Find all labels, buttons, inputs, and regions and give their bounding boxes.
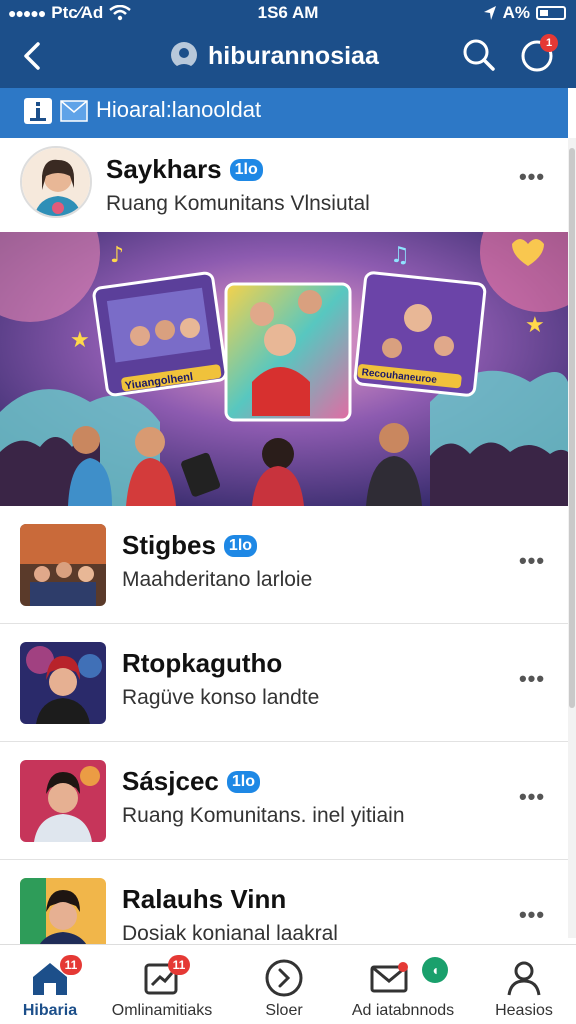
community-subtitle: Dosiak konianal laakral (122, 922, 338, 945)
list-item[interactable]: Sásjcec 1lo Ruang Komunitans. inel yitia… (0, 742, 568, 860)
svg-text:♪: ♪ (110, 243, 124, 268)
community-name: Stigbes (122, 530, 216, 560)
search-icon (463, 39, 495, 71)
nav-badge: 11 (168, 955, 190, 975)
bottom-navigation: 11 Hibaria 11 Omlinamitiaks Sloer ◖ Ad i… (0, 944, 576, 1024)
nav-label: Ad iatabnnods (351, 1002, 455, 1019)
profile-icon (507, 961, 541, 996)
community-subtitle: Ruang Komunitans. inel yitiain (122, 804, 405, 827)
item-name-row: Ralauhs Vinn (122, 884, 286, 915)
hero-banner-image[interactable]: Yiuangolhenl Recouhaneuroe ♪ ♫ ★ ★ (0, 232, 568, 506)
nav-item-messages[interactable]: ◖ Ad iatabnnods (338, 945, 468, 1024)
page-title: hiburannosiaa (208, 41, 379, 70)
header-title-group: hiburannosiaa (168, 40, 379, 72)
more-options-button[interactable]: ••• (512, 546, 552, 576)
app-header: hiburannosiaa 1 (0, 26, 576, 88)
featured-community-card[interactable]: Saykhars 1lo Ruang Komunitans Vlnsiutal … (0, 138, 568, 232)
nav-label: Sloer (265, 1002, 303, 1019)
more-options-button[interactable]: ••• (512, 900, 552, 930)
info-icon (24, 98, 52, 124)
sub-banner-text: Hioaral:lanooldat (96, 97, 262, 122)
nav-badge: 11 (60, 955, 82, 975)
community-name: Ralauhs Vinn (122, 884, 287, 914)
community-logo-icon (171, 42, 197, 68)
community-name: Rtopkagutho (122, 648, 283, 678)
status-right: A% (483, 3, 566, 23)
list-thumbnail (20, 524, 106, 606)
scrollbar[interactable] (568, 138, 576, 938)
nav-item-share[interactable]: Sloer (236, 945, 332, 1024)
list-thumbnail (20, 642, 106, 724)
chat-bubble-icon: ◖ (422, 957, 448, 983)
forward-icon (265, 959, 303, 997)
verified-badge: 1lo (223, 534, 258, 557)
list-thumbnail (20, 760, 106, 842)
item-name-row: Rtopkagutho (122, 648, 282, 679)
more-options-button[interactable]: ••• (512, 664, 552, 694)
nav-label: Omlinamitiaks (111, 1002, 213, 1019)
status-bar: ●●●●● Ptc⁄Ad 1S6 AM A% (0, 0, 576, 26)
search-button[interactable] (460, 36, 498, 74)
list-item[interactable]: Stigbes 1lo Maahderitano larloie ••• (0, 506, 568, 624)
featured-name-row: Saykhars 1lo (106, 154, 263, 185)
community-subtitle: Ragüve konso landte (122, 686, 320, 709)
svg-text:★: ★ (70, 328, 90, 353)
svg-text:♫: ♫ (390, 243, 410, 268)
list-item[interactable]: Rtopkagutho Ragüve konso landte ••• (0, 624, 568, 742)
nav-label: Hibaria (22, 1002, 78, 1019)
community-name: Saykhars (106, 154, 222, 184)
notification-badge: 1 (540, 34, 558, 52)
avatar (20, 146, 92, 218)
community-subtitle: Ruang Komunitans Vlnsiutal (106, 192, 370, 215)
item-name-row: Stigbes 1lo (122, 530, 258, 561)
location-icon (483, 6, 496, 20)
back-button[interactable] (14, 36, 54, 76)
verified-badge: 1lo (229, 158, 263, 181)
verified-badge: 1lo (226, 770, 260, 793)
svg-text:★: ★ (525, 313, 545, 338)
chevron-left-icon (24, 42, 40, 70)
sub-banner[interactable]: Hioaral:lanooldat (0, 88, 568, 138)
mail-icon (370, 962, 408, 993)
envelope-icon (60, 100, 88, 122)
notification-button[interactable]: 1 (518, 34, 558, 74)
community-subtitle: Maahderitano larloie (122, 568, 313, 591)
item-name-row: Sásjcec 1lo (122, 766, 260, 797)
nav-item-home[interactable]: 11 Hibaria (0, 945, 100, 1024)
community-name: Sásjcec (122, 766, 219, 796)
nav-label: Heasios (495, 1002, 553, 1019)
nav-item-communities[interactable]: 11 Omlinamitiaks (100, 945, 224, 1024)
nav-item-profile[interactable]: Heasios (474, 945, 574, 1024)
more-options-button[interactable]: ••• (512, 782, 552, 812)
scrollbar-thumb[interactable] (569, 148, 575, 708)
battery-icon (536, 6, 566, 20)
battery-percent: A% (502, 3, 530, 22)
more-options-button[interactable]: ••• (512, 162, 552, 192)
